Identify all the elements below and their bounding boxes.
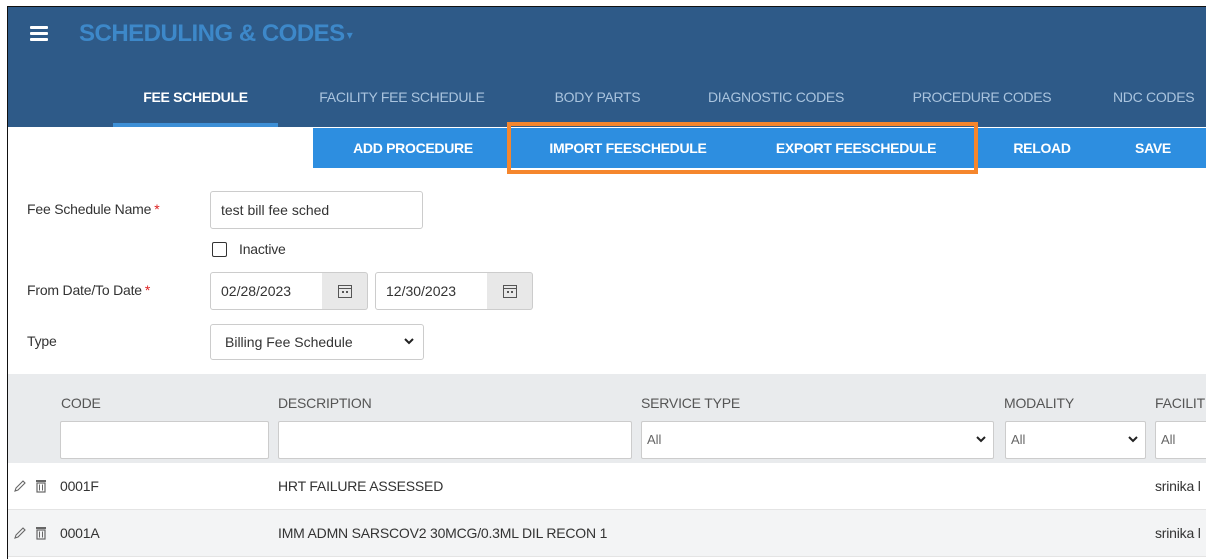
- chevron-down-icon: [403, 325, 415, 371]
- pencil-icon[interactable]: [13, 526, 27, 545]
- required-marker: *: [154, 201, 160, 217]
- type-select[interactable]: Billing Fee Schedule: [210, 324, 424, 360]
- cell-description: IMM ADMN SARSCOV2 30MCG/0.3ML DIL RECON …: [278, 525, 608, 541]
- type-label: Type: [27, 333, 57, 349]
- column-header-code[interactable]: CODE: [61, 395, 101, 411]
- cell-code: 0001A: [60, 525, 100, 541]
- hamburger-menu-icon[interactable]: [30, 26, 48, 41]
- import-feeschedule-button[interactable]: IMPORT FEESCHEDULE: [523, 128, 733, 168]
- table-row[interactable]: 0001A IMM ADMN SARSCOV2 30MCG/0.3ML DIL …: [8, 510, 1206, 557]
- app-window: SCHEDULING & CODES ▾ FEE SCHEDULE FACILIT…: [7, 6, 1206, 559]
- app-title[interactable]: SCHEDULING & CODES ▾: [79, 20, 353, 48]
- column-header-description[interactable]: DESCRIPTION: [278, 395, 372, 411]
- cell-facility: srinika l: [1155, 478, 1201, 494]
- reload-button[interactable]: RELOAD: [991, 128, 1093, 168]
- service-type-filter-select[interactable]: All: [641, 421, 994, 459]
- tab-bar: FEE SCHEDULE FACILITY FEE SCHEDULE BODY …: [8, 79, 1206, 127]
- action-toolbar: ADD PROCEDURE IMPORT FEESCHEDULE EXPORT …: [313, 128, 1206, 168]
- calendar-icon: [502, 285, 517, 298]
- cell-description: HRT FAILURE ASSESSED: [278, 478, 444, 494]
- grid-header: CODE DESCRIPTION SERVICE TYPE MODALITY F…: [8, 374, 1206, 463]
- tab-ndc-codes[interactable]: NDC CODES: [1098, 79, 1206, 127]
- tab-body-parts[interactable]: BODY PARTS: [535, 79, 660, 127]
- code-filter-input[interactable]: [60, 421, 269, 459]
- from-date-input[interactable]: 02/28/2023: [210, 272, 323, 310]
- caret-down-icon: ▾: [346, 27, 353, 42]
- description-filter-input[interactable]: [278, 421, 632, 459]
- column-header-modality[interactable]: MODALITY: [1004, 395, 1074, 411]
- cell-code: 0001F: [60, 478, 99, 494]
- calendar-icon: [337, 285, 352, 298]
- required-marker: *: [144, 282, 151, 298]
- type-select-value: Billing Fee Schedule: [225, 334, 353, 350]
- tab-fee-schedule[interactable]: FEE SCHEDULE: [113, 79, 278, 127]
- export-feeschedule-button[interactable]: EXPORT FEESCHEDULE: [756, 128, 956, 168]
- to-date-input[interactable]: 12/30/2023: [375, 272, 488, 310]
- modality-filter-select[interactable]: All: [1005, 421, 1146, 459]
- tab-facility-fee-schedule[interactable]: FACILITY FEE SCHEDULE: [296, 79, 508, 127]
- cell-facility: srinika l: [1155, 525, 1201, 541]
- inactive-checkbox[interactable]: [212, 242, 227, 257]
- fee-schedule-name-label: Fee Schedule Name *: [27, 201, 160, 217]
- date-range-label: From Date/To Date *: [27, 282, 151, 298]
- service-type-filter-value: All: [647, 432, 662, 447]
- save-button[interactable]: SAVE: [1103, 128, 1203, 168]
- trash-icon[interactable]: [35, 479, 47, 498]
- trash-icon[interactable]: [35, 526, 47, 545]
- tab-diagnostic-codes[interactable]: DIAGNOSTIC CODES: [685, 79, 867, 127]
- fee-schedule-name-input[interactable]: test bill fee sched: [210, 191, 423, 229]
- tab-procedure-codes[interactable]: PROCEDURE CODES: [893, 79, 1071, 127]
- table-row[interactable]: 0001F HRT FAILURE ASSESSED srinika l: [8, 463, 1206, 510]
- column-header-facility[interactable]: FACILIT: [1155, 395, 1205, 411]
- pencil-icon[interactable]: [13, 479, 27, 498]
- app-header: SCHEDULING & CODES ▾ FEE SCHEDULE FACILIT…: [8, 7, 1206, 127]
- add-procedure-button[interactable]: ADD PROCEDURE: [313, 128, 513, 168]
- app-title-text: SCHEDULING & CODES: [79, 20, 345, 47]
- column-header-service-type[interactable]: SERVICE TYPE: [641, 395, 740, 411]
- facility-filter-value: All: [1161, 432, 1176, 447]
- from-date-calendar-button[interactable]: [322, 272, 368, 310]
- modality-filter-value: All: [1011, 432, 1026, 447]
- facility-filter-select[interactable]: All: [1155, 421, 1206, 459]
- to-date-calendar-button[interactable]: [487, 272, 533, 310]
- inactive-label: Inactive: [239, 241, 286, 257]
